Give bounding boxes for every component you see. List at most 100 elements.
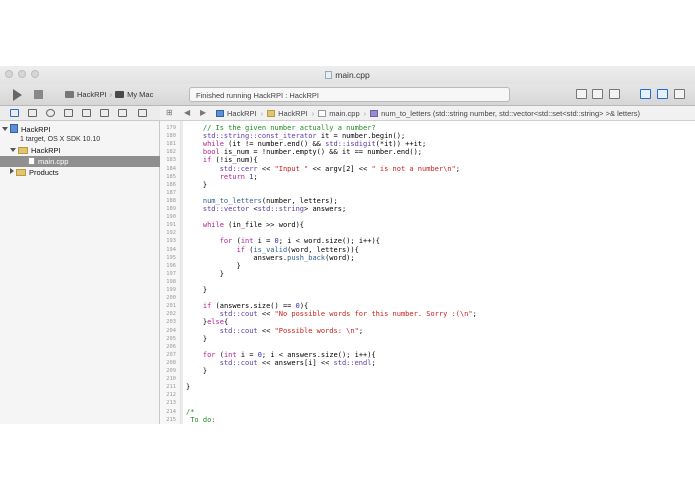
- disclosure-triangle-icon[interactable]: [10, 168, 14, 174]
- debug-navigator-icon[interactable]: [100, 109, 109, 117]
- code-line[interactable]: }: [186, 181, 207, 189]
- line-number: 195: [166, 254, 176, 261]
- group-row[interactable]: HackRPI: [0, 145, 169, 156]
- navigator-toggle-icon[interactable]: [640, 89, 651, 99]
- products-row[interactable]: Products: [0, 167, 169, 178]
- line-number: 192: [166, 230, 176, 237]
- folder-icon: [267, 110, 276, 117]
- project-subtitle: 1 target, OS X SDK 10.10: [20, 136, 101, 143]
- activity-status: Finished running HackRPI : HackRPI: [189, 87, 510, 102]
- line-number: 212: [166, 392, 176, 399]
- code-line[interactable]: std::cerr << "Input " << argv[2] << " is…: [186, 165, 460, 173]
- line-number: 215: [166, 416, 176, 423]
- run-button[interactable]: [13, 89, 22, 101]
- stop-button[interactable]: [34, 90, 43, 99]
- line-number: 209: [166, 368, 176, 374]
- code-line[interactable]: }: [186, 270, 224, 278]
- code-line[interactable]: for (int i = 0; i < answers.size(); i++)…: [186, 351, 376, 359]
- disclosure-triangle-icon[interactable]: [10, 148, 16, 152]
- code-line[interactable]: std::cout << "Possible words: \n";: [186, 327, 363, 335]
- line-number: 202: [166, 311, 176, 318]
- folder-icon: [16, 169, 26, 176]
- line-number: 185: [166, 173, 176, 180]
- line-number: 179: [166, 125, 176, 131]
- report-navigator-icon[interactable]: [138, 109, 147, 117]
- line-number: 211: [166, 384, 176, 391]
- code-line[interactable]: }: [186, 335, 207, 343]
- line-number: 210: [166, 376, 176, 383]
- line-number: 203: [166, 319, 176, 326]
- jump-bar: ⊞ ◀ ▶ HackRPI › HackRPI › main.cpp › num…: [160, 106, 695, 121]
- code-line[interactable]: while (in_file >> word){: [186, 221, 304, 229]
- scheme-selector[interactable]: HackRPI › My Mac: [65, 90, 153, 99]
- line-number: 182: [166, 149, 176, 156]
- code-line[interactable]: }: [186, 286, 207, 294]
- code-folding-ribbon[interactable]: [181, 121, 183, 424]
- code-line[interactable]: std::vector <std::string> answers;: [186, 205, 346, 213]
- code-line[interactable]: if (is_valid(word, letters)){: [186, 246, 359, 254]
- line-number: 207: [166, 351, 176, 358]
- forward-arrow-icon[interactable]: ▶: [200, 108, 206, 117]
- disclosure-triangle-icon[interactable]: [2, 127, 8, 131]
- code-line[interactable]: }: [186, 383, 190, 391]
- code-line[interactable]: /*: [186, 408, 194, 416]
- xcode-window: main.cpp HackRPI › My Mac Finished runni…: [0, 66, 695, 424]
- code-line[interactable]: std::string::const_iterator it = number.…: [186, 132, 405, 140]
- symbol-navigator-icon[interactable]: [28, 109, 37, 117]
- line-number: 201: [166, 303, 176, 310]
- line-number: 199: [166, 287, 176, 293]
- scheme-icon: [65, 91, 74, 98]
- code-line[interactable]: num_to_letters(number, letters);: [186, 197, 338, 205]
- title-bar: main.cpp: [0, 66, 695, 84]
- code-line[interactable]: std::cout << "No possible words for this…: [186, 310, 477, 318]
- line-number: 205: [166, 335, 176, 342]
- line-number: 187: [166, 189, 176, 196]
- breadcrumb: HackRPI › HackRPI › main.cpp › num_to_le…: [216, 109, 640, 118]
- chevron-right-icon: ›: [260, 109, 264, 118]
- code-line[interactable]: while (it != number.end() && std::isdigi…: [186, 140, 426, 148]
- breadcrumb-group[interactable]: HackRPI: [278, 109, 308, 118]
- breakpoint-navigator-icon[interactable]: [118, 109, 127, 117]
- back-arrow-icon[interactable]: ◀: [184, 108, 190, 117]
- toolbar: HackRPI › My Mac Finished running HackRP…: [0, 84, 695, 106]
- test-navigator-icon[interactable]: [82, 109, 91, 117]
- file-row-main-cpp[interactable]: main.cpp: [0, 156, 187, 167]
- source-editor[interactable]: 179 180 181 182 183 184 185 186 187 188 189 190 191 1…: [160, 121, 695, 424]
- cpp-file-icon: [318, 110, 327, 117]
- project-icon: [10, 124, 18, 133]
- code-line[interactable]: To do:: [186, 416, 215, 424]
- folder-icon: [18, 147, 28, 154]
- code-line[interactable]: bool is_num = !number.empty() && it == n…: [186, 148, 422, 156]
- project-navigator-icon[interactable]: [10, 109, 19, 117]
- code-line[interactable]: for (int i = 0; i < word.size(); i++){: [186, 237, 380, 245]
- line-number: 189: [166, 206, 176, 212]
- code-line[interactable]: // Is the given number actually a number…: [186, 124, 376, 132]
- related-items-icon[interactable]: ⊞: [166, 108, 173, 117]
- code-line[interactable]: answers.push_back(word);: [186, 254, 354, 262]
- debug-area-toggle-icon[interactable]: [657, 89, 668, 99]
- code-line[interactable]: }: [186, 262, 241, 270]
- code-line[interactable]: }: [186, 367, 207, 375]
- code-line[interactable]: if (answers.size() == 0){: [186, 302, 308, 310]
- breadcrumb-file[interactable]: main.cpp: [329, 109, 359, 118]
- issue-navigator-icon[interactable]: [64, 109, 73, 117]
- breadcrumb-function[interactable]: num_to_letters (std::string number, std:…: [381, 109, 640, 118]
- code-line[interactable]: std::cout << answers[i] << std::endl;: [186, 359, 376, 367]
- cpp-file-icon: [325, 71, 333, 79]
- chevron-right-icon: ›: [363, 109, 367, 118]
- code-line[interactable]: }else{: [186, 318, 228, 326]
- version-editor-icon[interactable]: [609, 89, 620, 99]
- code-line[interactable]: return 1;: [186, 173, 258, 181]
- standard-editor-icon[interactable]: [576, 89, 587, 99]
- window-title: main.cpp: [0, 70, 695, 80]
- line-number: 214: [166, 408, 176, 415]
- line-number: 191: [166, 222, 176, 229]
- line-number: 198: [166, 278, 176, 285]
- assistant-editor-icon[interactable]: [592, 89, 603, 99]
- line-number: 196: [166, 262, 176, 269]
- breadcrumb-project[interactable]: HackRPI: [227, 109, 257, 118]
- code-line[interactable]: if (!is_num){: [186, 156, 258, 164]
- find-navigator-icon[interactable]: [46, 109, 55, 117]
- utilities-toggle-icon[interactable]: [674, 89, 685, 99]
- navigator-selector-bar: [0, 106, 160, 121]
